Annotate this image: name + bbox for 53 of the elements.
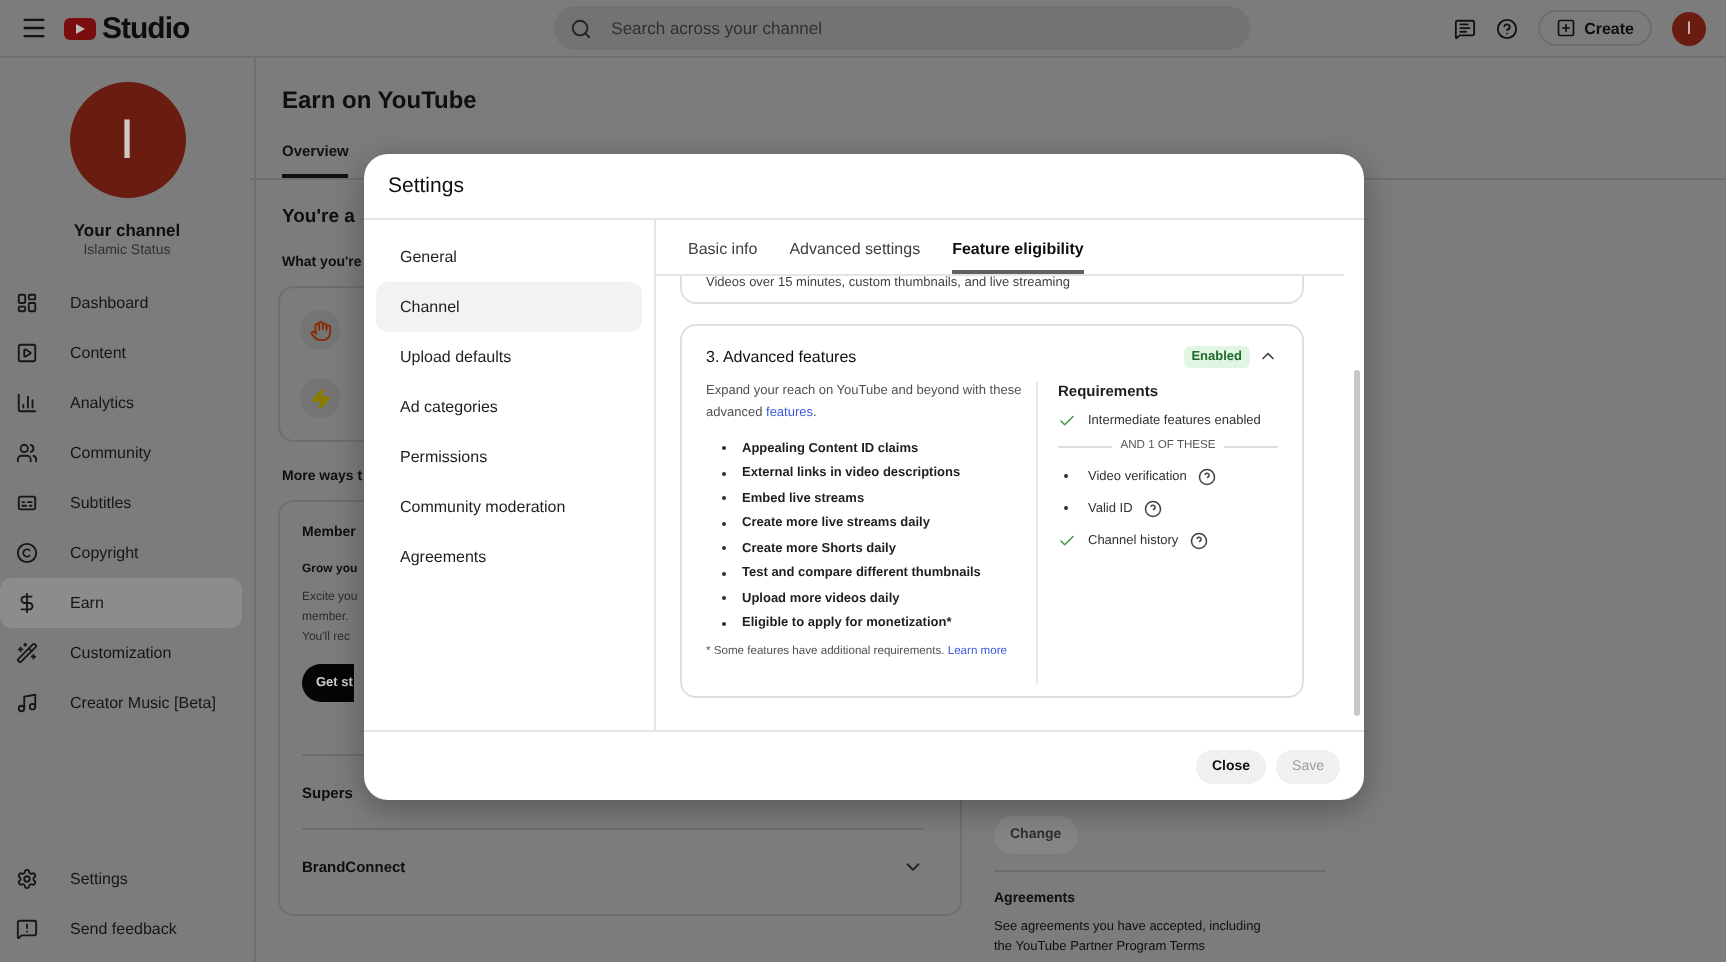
- play-icon: [16, 342, 38, 364]
- sidebar-item[interactable]: Copyright: [0, 528, 242, 578]
- sidebar-item[interactable]: Dashboard: [0, 278, 242, 328]
- magic-wand-icon: [16, 642, 38, 664]
- settings-nav-item[interactable]: Community moderation: [376, 482, 642, 532]
- settings-nav-item[interactable]: Channel: [376, 282, 642, 332]
- sidebar-item[interactable]: Settings: [0, 854, 242, 904]
- feature-title: 3. Advanced features: [706, 347, 857, 365]
- sidebar-item[interactable]: Earn: [0, 578, 242, 628]
- channel-avatar[interactable]: I: [69, 82, 185, 198]
- logo-icon: [64, 17, 96, 39]
- sidebar-item[interactable]: Customization: [0, 628, 242, 678]
- settings-nav-item[interactable]: Agreements: [376, 532, 642, 582]
- sidebar-item[interactable]: Send feedback: [0, 904, 242, 954]
- feedback-icon: [16, 918, 38, 940]
- settings-nav-item[interactable]: Permissions: [376, 432, 642, 482]
- create-button[interactable]: Create: [1538, 10, 1652, 46]
- settings-nav-item[interactable]: Upload defaults: [376, 332, 642, 382]
- search-icon: [569, 17, 592, 39]
- channel-name: Your channel: [73, 220, 181, 240]
- menu-icon[interactable]: [20, 14, 48, 42]
- scrollbar[interactable]: [1354, 370, 1360, 716]
- logo-text: Studio: [102, 11, 190, 45]
- people-icon: [16, 442, 38, 464]
- settings-tab[interactable]: Basic info: [688, 240, 758, 274]
- settings-tab[interactable]: Feature eligibility: [952, 240, 1084, 274]
- sidebar-item[interactable]: Analytics: [0, 378, 242, 428]
- sidebar-item[interactable]: Subtitles: [0, 478, 242, 528]
- help-icon[interactable]: [1190, 531, 1209, 549]
- settings-tab[interactable]: Advanced settings: [789, 240, 921, 274]
- settings-nav-item[interactable]: Ad categories: [376, 382, 642, 432]
- captions-icon: [16, 492, 38, 514]
- help-icon[interactable]: [1198, 467, 1217, 485]
- dollar-icon: [16, 592, 38, 614]
- sidebar-item[interactable]: Content: [0, 328, 242, 378]
- hand-icon: [309, 319, 331, 341]
- message-icon[interactable]: [1454, 17, 1477, 39]
- settings-nav-item[interactable]: General: [376, 232, 642, 282]
- lightning-icon: [309, 387, 331, 409]
- copyright-icon: [16, 542, 38, 564]
- section-heading: You're a: [282, 206, 355, 228]
- sidebar-item[interactable]: Community: [0, 428, 242, 478]
- avatar[interactable]: I: [1672, 11, 1706, 45]
- help-icon[interactable]: [1144, 499, 1163, 517]
- page-title: Earn on YouTube: [282, 86, 479, 114]
- dashboard-icon: [16, 292, 38, 314]
- sidebar-item[interactable]: Creator Music [Beta]: [0, 678, 242, 728]
- settings-icon: [16, 868, 38, 890]
- dialog-title: Settings: [388, 174, 464, 198]
- plus-icon: [1556, 18, 1577, 38]
- bar-chart-icon: [16, 392, 38, 414]
- music-icon: [16, 692, 38, 714]
- help-icon[interactable]: [1496, 17, 1519, 39]
